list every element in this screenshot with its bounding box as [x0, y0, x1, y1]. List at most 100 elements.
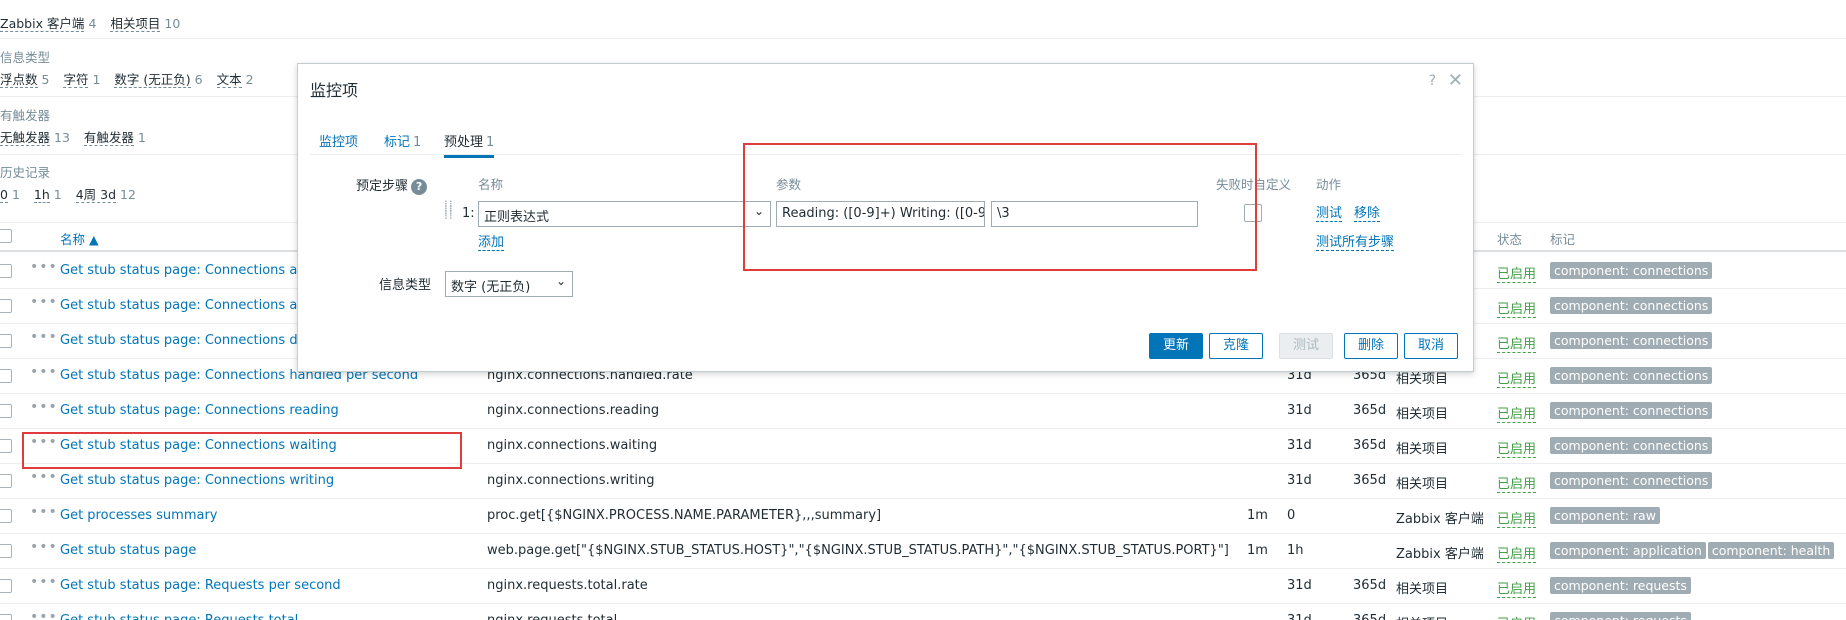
tags-cell: component: connections: [1550, 472, 1714, 489]
more-options-icon[interactable]: •••: [30, 364, 58, 380]
item-interval: 1m: [1247, 543, 1268, 558]
item-key: nginx.connections.waiting: [487, 438, 658, 453]
item-name-link[interactable]: Get stub status page: Requests per secon…: [60, 578, 341, 593]
filter-link[interactable]: Zabbix 客户端: [0, 16, 85, 32]
row-checkbox[interactable]: [0, 264, 12, 278]
cancel-button[interactable]: 取消: [1404, 333, 1458, 359]
row-checkbox[interactable]: [0, 509, 12, 523]
item-name-link[interactable]: Get stub status page: Connections active: [60, 298, 329, 313]
update-button[interactable]: 更新: [1149, 333, 1203, 359]
filter-link[interactable]: 数字 (无正负): [114, 72, 191, 88]
test-all-steps-link[interactable]: 测试所有步骤: [1316, 235, 1395, 251]
status-toggle[interactable]: 已启用: [1497, 473, 1537, 493]
item-name-link[interactable]: Get stub status page: Connections writin…: [60, 473, 334, 488]
column-header-status[interactable]: 状态: [1497, 229, 1522, 248]
row-checkbox[interactable]: [0, 439, 12, 453]
add-step-link[interactable]: 添加: [478, 235, 505, 251]
filter-count: 1: [53, 187, 62, 202]
filter-template: Zabbix 客户端 4 相关项目 10: [0, 10, 190, 32]
help-icon[interactable]: ?: [1429, 73, 1436, 89]
test-button: 测试: [1279, 333, 1333, 359]
item-key: nginx.connections.reading: [487, 403, 660, 418]
drag-handle-icon[interactable]: ⁞⁞ ⁞⁞ ⁞⁞: [444, 199, 453, 225]
status-toggle[interactable]: 已启用: [1497, 578, 1537, 598]
step-type-select[interactable]: 正则表达式 ⌄: [478, 201, 771, 227]
tab-tags[interactable]: 标记 1: [384, 131, 421, 150]
status-toggle[interactable]: 已启用: [1497, 543, 1537, 563]
filter-count: 1: [137, 130, 146, 145]
row-checkbox[interactable]: [0, 404, 12, 418]
column-header-name[interactable]: 名称 ▲: [60, 229, 99, 248]
more-options-icon[interactable]: •••: [30, 399, 58, 415]
filter-link[interactable]: 文本: [216, 72, 242, 88]
more-options-icon[interactable]: •••: [30, 294, 58, 310]
item-key: proc.get[{$NGINX.PROCESS.NAME.PARAMETER}…: [487, 508, 882, 523]
info-type-select[interactable]: 数字 (无正负) ⌄: [445, 271, 573, 297]
more-options-icon[interactable]: •••: [30, 539, 58, 555]
filter-link[interactable]: 浮点数: [0, 72, 38, 88]
tag-badge: component: connections: [1550, 437, 1713, 454]
row-checkbox[interactable]: [0, 579, 12, 593]
column-header-tags: 标记: [1550, 232, 1576, 247]
item-name-link[interactable]: Get stub status page: Requests total: [60, 613, 298, 620]
tags-cell: component: connections: [1550, 297, 1714, 314]
filter-link[interactable]: 有触发器: [83, 130, 134, 146]
status-toggle[interactable]: 已启用: [1497, 263, 1537, 283]
table-row: ••• Get stub status page web.page.get["{$N…: [0, 534, 1846, 569]
tab-item[interactable]: 监控项: [319, 131, 358, 150]
tag-badge: component: connections: [1550, 472, 1713, 489]
more-options-icon[interactable]: •••: [30, 574, 58, 590]
row-checkbox[interactable]: [0, 369, 12, 383]
delete-button[interactable]: 删除: [1344, 333, 1398, 359]
row-checkbox[interactable]: [0, 334, 12, 348]
filter-link[interactable]: 相关项目: [110, 16, 161, 32]
item-name-link[interactable]: Get stub status page: Connections readin…: [60, 403, 339, 418]
row-checkbox[interactable]: [0, 474, 12, 488]
status-toggle[interactable]: 已启用: [1497, 508, 1537, 528]
tags-cell: component: connections: [1550, 437, 1714, 454]
tag-badge: component: requests: [1550, 577, 1691, 594]
item-history: 31d: [1287, 403, 1312, 418]
more-options-icon[interactable]: •••: [30, 504, 58, 520]
status-toggle[interactable]: 已启用: [1497, 298, 1537, 318]
item-history: 1h: [1287, 543, 1304, 558]
item-type: 相关项目: [1396, 613, 1448, 620]
clone-button[interactable]: 克隆: [1209, 333, 1263, 359]
filter-link[interactable]: 字符: [63, 72, 89, 88]
highlight-box-params: [743, 143, 1257, 271]
table-row: ••• Get stub status page: Requests per se…: [0, 569, 1846, 604]
tag-badge: component: connections: [1550, 297, 1713, 314]
filter-link[interactable]: 1h: [33, 187, 50, 203]
status-toggle[interactable]: 已启用: [1497, 403, 1537, 423]
close-icon[interactable]: ✕: [1448, 70, 1463, 91]
filter-link[interactable]: 无触发器: [0, 130, 51, 146]
status-toggle[interactable]: 已启用: [1497, 368, 1537, 388]
remove-step-link[interactable]: 移除: [1354, 206, 1381, 222]
table-row: ••• Get stub status page: Connections rea…: [0, 394, 1846, 429]
more-options-icon[interactable]: •••: [30, 259, 58, 275]
more-options-icon[interactable]: •••: [30, 469, 58, 485]
row-checkbox[interactable]: [0, 299, 12, 313]
test-step-link[interactable]: 测试: [1316, 206, 1343, 222]
more-options-icon[interactable]: •••: [30, 609, 58, 620]
filter-link[interactable]: 4周 3d: [75, 187, 117, 203]
row-checkbox[interactable]: [0, 614, 12, 620]
item-name-link[interactable]: Get processes summary: [60, 508, 218, 523]
item-key: nginx.connections.writing: [487, 473, 655, 488]
select-all-checkbox[interactable]: [0, 229, 12, 243]
filter-triggers: 有触发器 无触发器 13 有触发器 1: [0, 105, 156, 146]
status-toggle[interactable]: 已启用: [1497, 613, 1536, 620]
status-toggle[interactable]: 已启用: [1497, 333, 1537, 353]
filter-link[interactable]: 0: [0, 187, 8, 203]
help-icon[interactable]: ?: [411, 178, 428, 195]
more-options-icon[interactable]: •••: [30, 329, 58, 345]
item-trends: 365d: [1353, 613, 1386, 620]
item-history: 31d: [1287, 438, 1312, 453]
item-name-link[interactable]: Get stub status page: [60, 543, 196, 558]
info-type-label: 信息类型: [379, 278, 432, 293]
row-checkbox[interactable]: [0, 544, 12, 558]
status-toggle[interactable]: 已启用: [1497, 438, 1537, 458]
item-type: 相关项目: [1396, 442, 1449, 457]
column-name-header: 名称: [478, 177, 504, 192]
tab-preprocessing[interactable]: 预处理 1: [444, 131, 495, 158]
